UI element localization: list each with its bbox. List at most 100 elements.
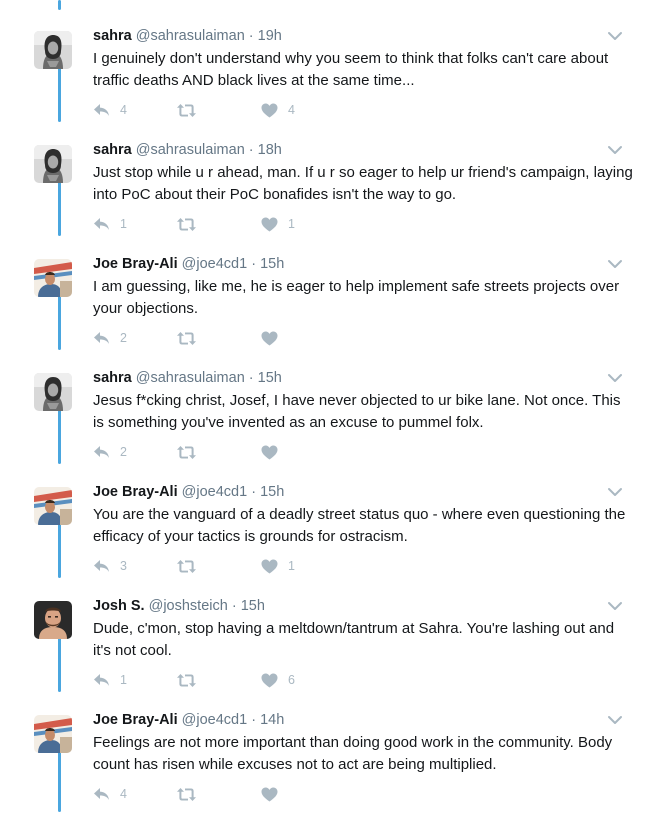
reply-button[interactable]: 1	[93, 215, 127, 233]
retweet-button[interactable]	[176, 557, 207, 575]
timestamp[interactable]: 15h	[258, 370, 282, 386]
timestamp[interactable]: 14h	[260, 712, 284, 728]
like-button[interactable]	[261, 443, 288, 461]
reply-button[interactable]: 4	[93, 101, 127, 119]
reply-button[interactable]: 2	[93, 329, 127, 347]
reply-count: 2	[120, 445, 127, 459]
timestamp[interactable]: 15h	[260, 256, 284, 272]
retweet-icon	[176, 787, 197, 802]
author-handle[interactable]: @sahrasulaiman	[136, 28, 245, 44]
reply-count: 1	[120, 217, 127, 231]
timestamp[interactable]: 18h	[258, 142, 282, 158]
like-button[interactable]: 1	[261, 215, 295, 233]
timestamp[interactable]: 15h	[260, 484, 284, 500]
tweet-text: Dude, c'mon, stop having a meltdown/tant…	[93, 620, 615, 659]
author-handle[interactable]: @sahrasulaiman	[136, 370, 245, 386]
separator-dot: ·	[248, 28, 254, 44]
author-handle[interactable]: @sahrasulaiman	[136, 142, 245, 158]
like-button[interactable]: 6	[261, 671, 295, 689]
tweet[interactable]: Joe Bray-Ali @joe4cd1 · 14h Feelings are …	[0, 702, 645, 815]
reply-button[interactable]: 4	[93, 785, 127, 803]
like-button[interactable]: 4	[261, 101, 295, 119]
tweet[interactable]: sahra @sahrasulaiman · 18h Just stop whil…	[0, 132, 645, 245]
retweet-button[interactable]	[176, 101, 207, 119]
author-name[interactable]: sahra	[93, 142, 132, 158]
tweet[interactable]: Joe Bray-Ali @joe4cd1 · 15h You are the v…	[0, 474, 645, 587]
tweet-header: sahra @sahrasulaiman · 19h	[93, 27, 282, 46]
author-name[interactable]: Joe Bray-Ali	[93, 484, 178, 500]
reply-button[interactable]: 2	[93, 443, 127, 461]
avatar[interactable]	[34, 373, 72, 411]
retweet-button[interactable]	[176, 785, 207, 803]
reply-button[interactable]: 1	[93, 671, 127, 689]
heart-icon	[261, 103, 278, 118]
reply-count: 2	[120, 331, 127, 345]
chevron-down-icon[interactable]	[607, 143, 623, 155]
avatar[interactable]	[34, 601, 72, 639]
like-count: 1	[288, 559, 295, 573]
author-name[interactable]: sahra	[93, 28, 132, 44]
reply-count: 3	[120, 559, 127, 573]
retweet-button[interactable]	[176, 215, 207, 233]
separator-dot: ·	[251, 256, 257, 272]
tweet-header: Joe Bray-Ali @joe4cd1 · 14h	[93, 711, 284, 730]
like-count: 4	[288, 103, 295, 117]
like-button[interactable]: 1	[261, 557, 295, 575]
retweet-icon	[176, 559, 197, 574]
heart-icon	[261, 559, 278, 574]
reply-count: 4	[120, 103, 127, 117]
timestamp[interactable]: 15h	[241, 598, 265, 614]
reply-count: 4	[120, 787, 127, 801]
tweet[interactable]: sahra @sahrasulaiman · 15h Jesus f*cking …	[0, 360, 645, 473]
chevron-down-icon[interactable]	[607, 485, 623, 497]
heart-icon	[261, 787, 278, 802]
chevron-down-icon[interactable]	[607, 257, 623, 269]
tweet-text: I am guessing, like me, he is eager to h…	[93, 278, 620, 317]
separator-dot: ·	[248, 370, 254, 386]
chevron-down-icon[interactable]	[607, 713, 623, 725]
like-count: 6	[288, 673, 295, 687]
like-count: 1	[288, 217, 295, 231]
tweet-header: sahra @sahrasulaiman · 18h	[93, 141, 282, 160]
tweet[interactable]: Josh S. @joshsteich · 15h Dude, c'mon, st…	[0, 588, 645, 701]
author-name[interactable]: sahra	[93, 370, 132, 386]
reply-icon	[93, 673, 110, 687]
avatar[interactable]	[34, 259, 72, 297]
thread-connector-line	[58, 0, 61, 10]
author-name[interactable]: Joe Bray-Ali	[93, 256, 178, 272]
retweet-icon	[176, 445, 197, 460]
chevron-down-icon[interactable]	[607, 599, 623, 611]
reply-icon	[93, 787, 110, 801]
separator-dot: ·	[231, 598, 237, 614]
author-handle[interactable]: @joshsteich	[149, 598, 228, 614]
reply-icon	[93, 559, 110, 573]
reply-icon	[93, 445, 110, 459]
retweet-icon	[176, 217, 197, 232]
author-handle[interactable]: @joe4cd1	[182, 712, 248, 728]
avatar[interactable]	[34, 715, 72, 753]
retweet-button[interactable]	[176, 443, 207, 461]
author-handle[interactable]: @joe4cd1	[182, 484, 248, 500]
author-name[interactable]: Joe Bray-Ali	[93, 712, 178, 728]
retweet-button[interactable]	[176, 671, 207, 689]
author-name[interactable]: Josh S.	[93, 598, 145, 614]
tweet[interactable]: sahra @sahrasulaiman · 19h I genuinely do…	[0, 18, 645, 131]
avatar[interactable]	[34, 145, 72, 183]
retweet-icon	[176, 673, 197, 688]
like-button[interactable]	[261, 785, 288, 803]
retweet-button[interactable]	[176, 329, 207, 347]
reply-icon	[93, 331, 110, 345]
chevron-down-icon[interactable]	[607, 371, 623, 383]
reply-icon	[93, 217, 110, 231]
heart-icon	[261, 217, 278, 232]
avatar[interactable]	[34, 31, 72, 69]
timestamp[interactable]: 19h	[258, 28, 282, 44]
separator-dot: ·	[251, 484, 257, 500]
like-button[interactable]	[261, 329, 288, 347]
author-handle[interactable]: @joe4cd1	[182, 256, 248, 272]
tweet-text: You are the vanguard of a deadly street …	[93, 506, 626, 545]
tweet[interactable]: Joe Bray-Ali @joe4cd1 · 15h I am guessing…	[0, 246, 645, 359]
chevron-down-icon[interactable]	[607, 29, 623, 41]
avatar[interactable]	[34, 487, 72, 525]
reply-button[interactable]: 3	[93, 557, 127, 575]
